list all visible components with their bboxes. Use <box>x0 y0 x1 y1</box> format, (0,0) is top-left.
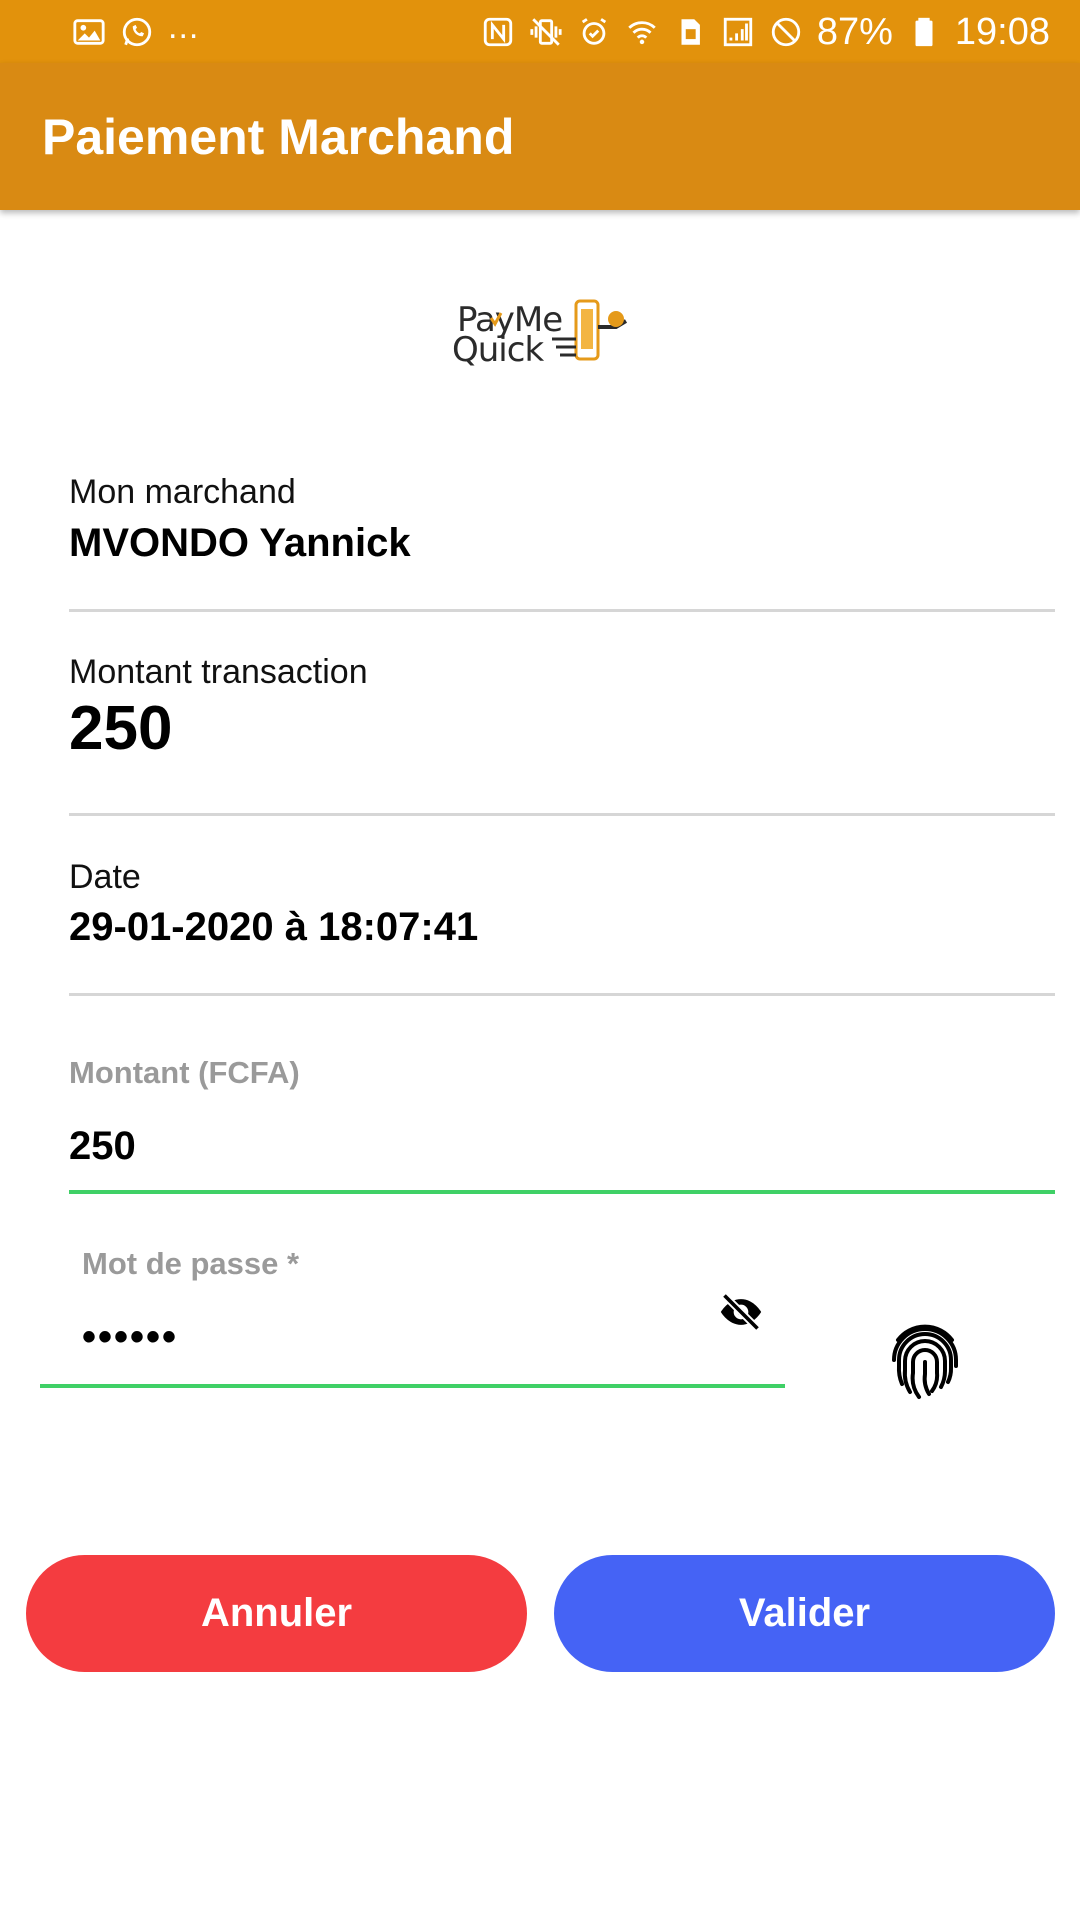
sim-icon <box>673 15 707 49</box>
vibrate-icon <box>529 15 563 49</box>
password-input-label: Mot de passe * <box>82 1246 300 1281</box>
date-value: 29-01-2020 à 18:07:41 <box>69 905 479 949</box>
nfc-icon <box>481 15 515 49</box>
status-overflow: ... <box>168 7 200 46</box>
do-not-disturb-icon <box>769 15 803 49</box>
amount-input-label: Montant (FCFA) <box>69 1055 300 1090</box>
fingerprint-icon[interactable] <box>888 1318 962 1402</box>
divider <box>69 609 1055 612</box>
merchant-label: Mon marchand <box>69 473 296 511</box>
signal-icon <box>721 15 755 49</box>
merchant-field: Mon marchand MVONDO Yannick <box>69 473 1055 567</box>
status-right: 87% 19:08 <box>481 13 1050 51</box>
battery-icon <box>907 15 941 49</box>
page-title: Paiement Marchand <box>42 108 515 165</box>
transaction-field: Montant transaction 250 <box>69 652 1055 764</box>
status-bar: ... 87% 19:08 <box>0 0 1080 63</box>
password-input-underline <box>40 1384 785 1388</box>
divider <box>69 993 1055 996</box>
eye-off-icon[interactable] <box>716 1290 766 1334</box>
amount-input-underline <box>69 1190 1055 1194</box>
app-bar: Paiement Marchand <box>0 63 1080 210</box>
gallery-icon <box>72 15 106 49</box>
transaction-label: Montant transaction <box>69 653 368 691</box>
transaction-amount: 250 <box>69 694 173 763</box>
clock: 19:08 <box>954 10 1050 53</box>
amount-input-value[interactable]: 250 <box>69 1124 136 1169</box>
cancel-button[interactable]: Annuler <box>26 1555 527 1672</box>
divider <box>69 813 1055 816</box>
whatsapp-icon <box>120 15 154 49</box>
logo-graphic <box>489 299 628 361</box>
payme-quick-logo: PayMe Quick <box>448 295 628 375</box>
date-field: Date 29-01-2020 à 18:07:41 <box>69 857 1055 951</box>
date-label: Date <box>69 858 141 896</box>
battery-percent: 87% <box>816 10 893 53</box>
status-left: ... <box>72 10 199 49</box>
merchant-name: MVONDO Yannick <box>69 521 411 565</box>
password-input-value[interactable]: •••••• <box>82 1315 178 1360</box>
wifi-icon <box>625 15 659 49</box>
submit-button[interactable]: Valider <box>554 1555 1055 1672</box>
alarm-icon <box>577 15 611 49</box>
